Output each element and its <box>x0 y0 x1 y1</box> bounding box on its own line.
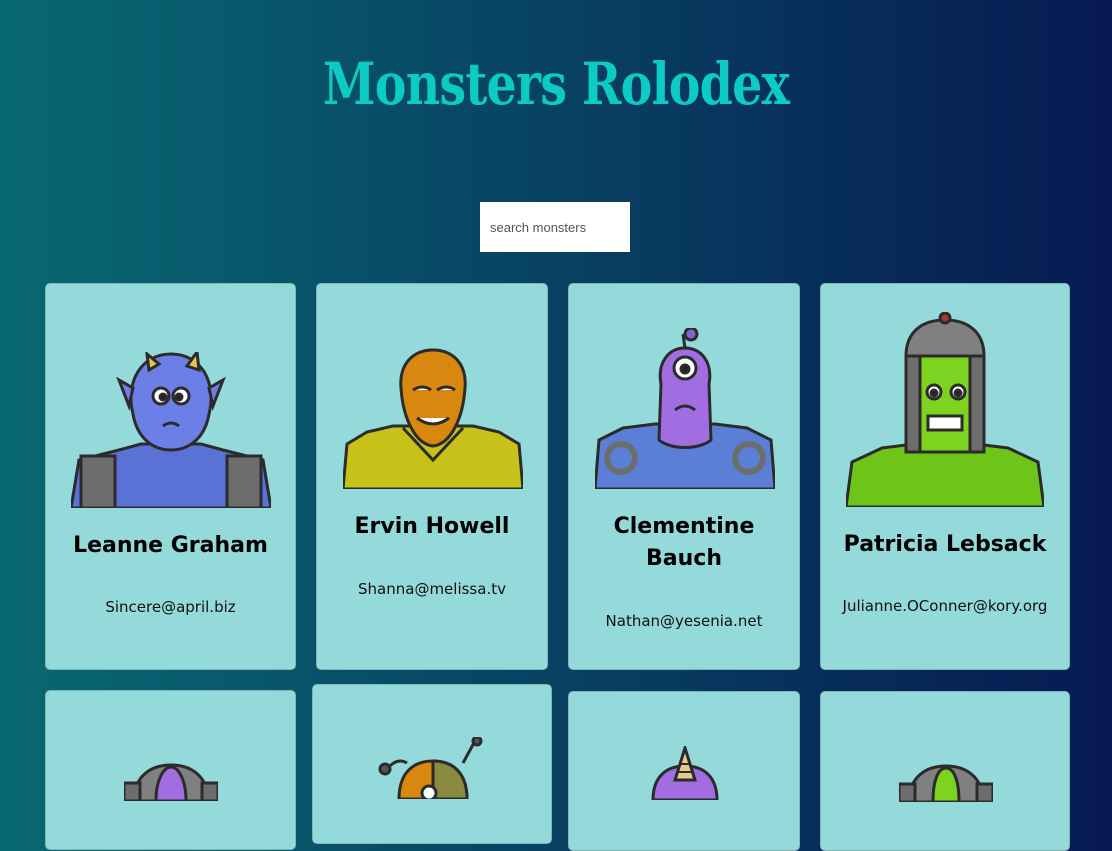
monster-name: Clementine Bauch <box>613 514 755 571</box>
monster-card[interactable] <box>820 691 1070 851</box>
monster-card[interactable]: Patricia Lebsack Julianne.OConner@kory.o… <box>820 283 1070 670</box>
monster-email: Sincere@april.biz <box>105 598 236 616</box>
monster-avatar-image <box>651 746 719 800</box>
monster-name: Ervin Howell <box>354 514 510 539</box>
monster-avatar-image <box>899 764 993 802</box>
monster-card[interactable] <box>45 690 296 850</box>
monster-email: Nathan@yesenia.net <box>605 612 763 630</box>
monster-avatar-image <box>124 763 218 801</box>
monster-avatar-image <box>595 328 775 489</box>
monster-email: Shanna@melissa.tv <box>358 580 506 598</box>
monster-card[interactable]: Leanne Graham Sincere@april.biz <box>45 283 296 670</box>
monster-email: Julianne.OConner@kory.org <box>842 597 1048 615</box>
monster-avatar-image <box>343 348 523 489</box>
monster-card[interactable] <box>312 684 552 844</box>
monster-avatar-image <box>378 737 483 799</box>
page-title: Monsters Rolodex <box>322 50 790 118</box>
monster-name: Patricia Lebsack <box>843 532 1047 557</box>
search-input[interactable] <box>480 202 630 252</box>
monster-card[interactable] <box>568 691 800 851</box>
monster-avatar-image <box>71 352 271 508</box>
monster-card[interactable]: Ervin Howell Shanna@melissa.tv <box>316 283 548 670</box>
monster-name: Leanne Graham <box>73 533 268 558</box>
monster-avatar-image <box>846 312 1044 507</box>
monster-card[interactable]: Clementine Bauch Nathan@yesenia.net <box>568 283 800 670</box>
